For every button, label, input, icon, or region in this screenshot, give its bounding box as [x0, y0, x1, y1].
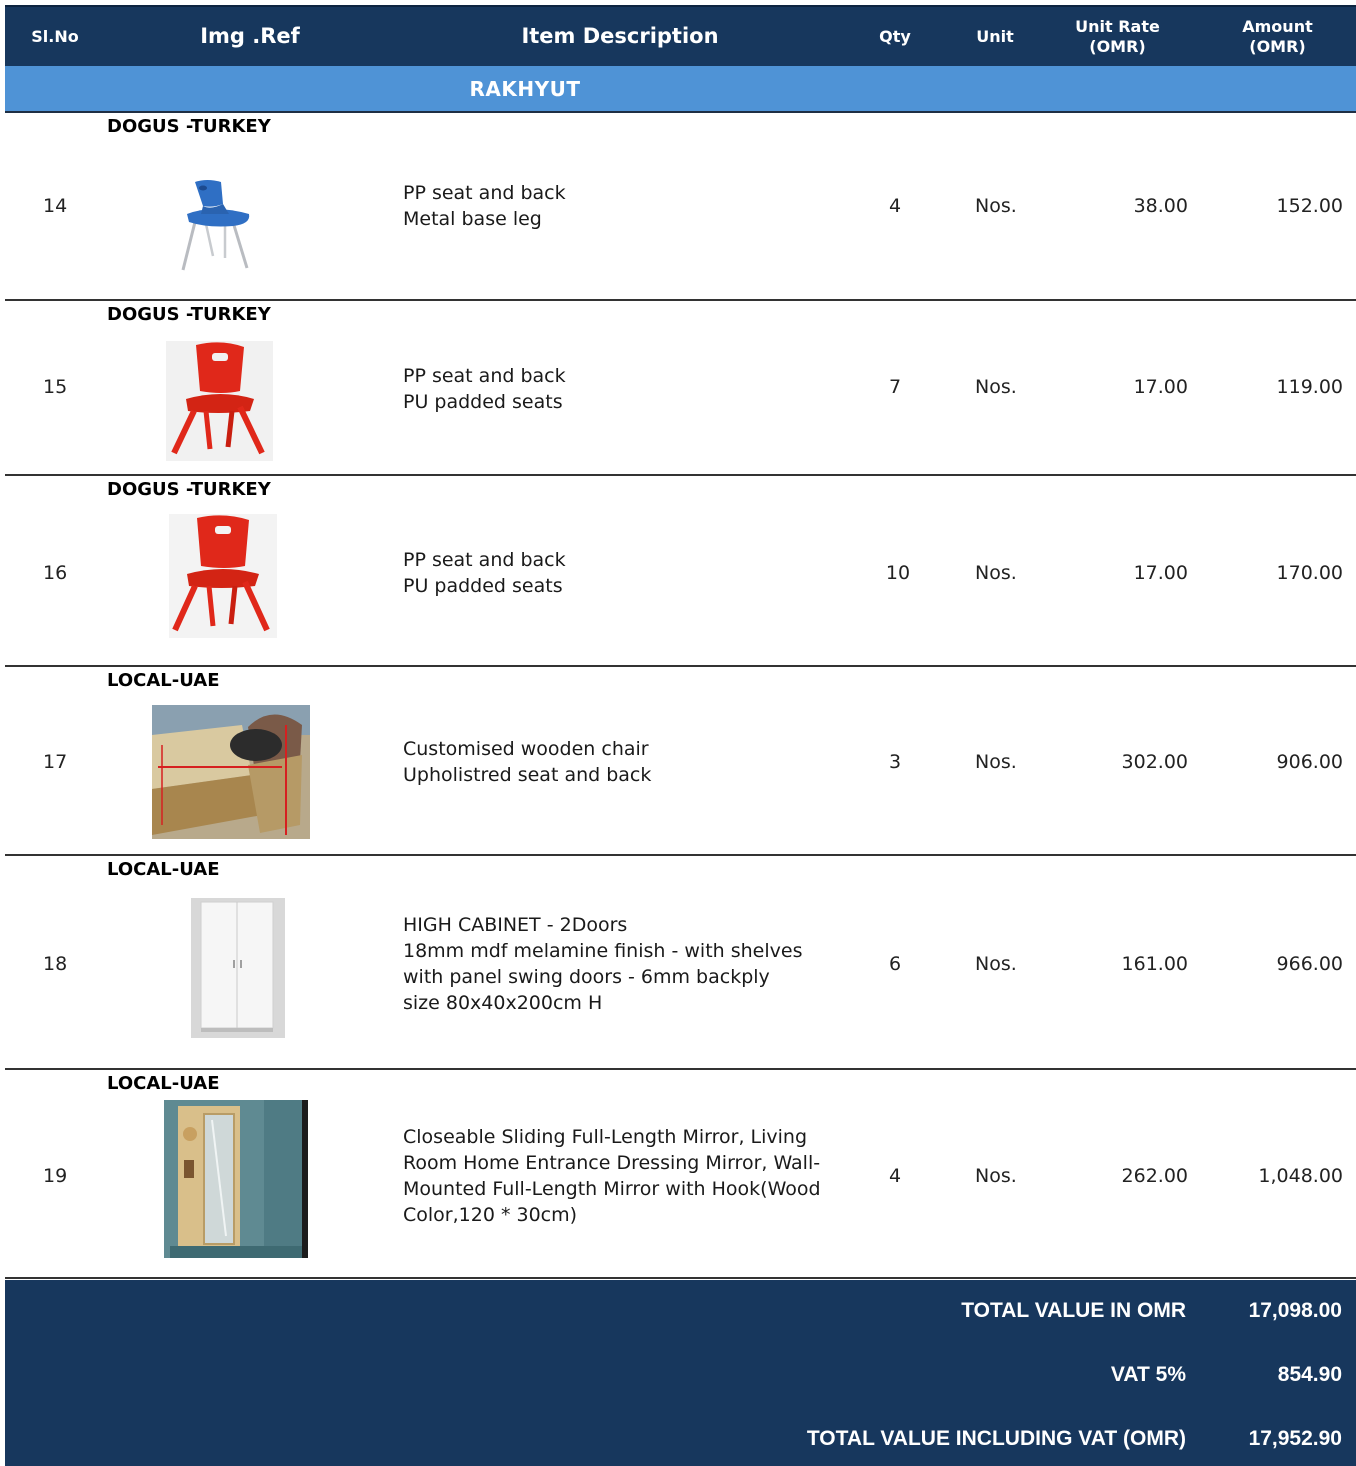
row-qty: 3 — [888, 751, 902, 773]
desc-line: Upholistred seat and back — [403, 764, 652, 786]
table-row: DOGUS -TURKEY 14 PP seat and back Metal … — [5, 113, 1356, 301]
brand-label: DOGUS -TURKEY — [107, 116, 271, 137]
total-label: TOTAL VALUE IN OMR — [961, 1299, 1186, 1322]
brand-label: DOGUS -TURKEY — [107, 304, 271, 325]
product-image-red-chair — [169, 514, 277, 638]
row-amount: 119.00 — [1276, 376, 1343, 398]
desc-line: PP seat and back — [403, 365, 566, 387]
item-description: Closeable Sliding Full-Length Mirror, Li… — [403, 1124, 821, 1228]
desc-line: Customised wooden chair — [403, 738, 649, 760]
row-rate: 262.00 — [1121, 1165, 1188, 1187]
table-row: LOCAL-UAE 19 Closeable Sliding Full-Leng… — [5, 1070, 1356, 1279]
row-rate: 161.00 — [1121, 953, 1188, 975]
item-description: Customised wooden chair Upholistred seat… — [403, 736, 651, 788]
desc-line: Color,120 * 30cm) — [403, 1204, 578, 1226]
row-unit: Nos. — [975, 376, 1017, 398]
product-image-red-chair — [166, 341, 273, 461]
col-img-header: Img .Ref — [200, 23, 300, 48]
grand-total-value: 17,952.90 — [1248, 1427, 1342, 1450]
row-slno: 19 — [43, 1165, 68, 1187]
product-image-blue-chair — [173, 178, 255, 273]
row-amount: 1,048.00 — [1258, 1165, 1343, 1187]
col-amount-header: Amount (OMR) — [1215, 7, 1340, 66]
desc-line: Room Home Entrance Dressing Mirror, Wall… — [403, 1152, 821, 1174]
row-qty: 7 — [888, 376, 902, 398]
row-rate: 302.00 — [1121, 751, 1188, 773]
section-title: RAKHYUT — [469, 76, 581, 101]
row-slno: 18 — [43, 953, 68, 975]
brand-label: DOGUS -TURKEY — [107, 479, 271, 500]
item-description: PP seat and back PU padded seats — [403, 547, 566, 599]
row-rate: 38.00 — [1133, 195, 1188, 217]
product-image-wooden-chair — [152, 705, 310, 839]
desc-line: with panel swing doors - 6mm backply — [403, 966, 770, 988]
desc-line: size 80x40x200cm H — [403, 992, 603, 1014]
desc-line: PU padded seats — [403, 575, 563, 597]
totals-panel: TOTAL VALUE IN OMR 17,098.00 VAT 5% 854.… — [5, 1280, 1356, 1466]
vat-label: VAT 5% — [1110, 1363, 1186, 1386]
item-description: PP seat and back PU padded seats — [403, 363, 566, 415]
row-qty: 4 — [888, 195, 902, 217]
row-unit: Nos. — [975, 953, 1017, 975]
col-rate-header-line2: (OMR) — [1089, 36, 1146, 56]
row-qty: 6 — [888, 953, 902, 975]
product-image-cabinet — [191, 898, 285, 1038]
product-image-mirror — [164, 1100, 308, 1258]
desc-line: Mounted Full-Length Mirror with Hook(Woo… — [403, 1178, 821, 1200]
desc-line: PU padded seats — [403, 391, 563, 413]
table-header: Sl.No Img .Ref Item Description Qty Unit… — [5, 5, 1356, 66]
brand-label: LOCAL-UAE — [107, 859, 220, 880]
desc-line: 18mm mdf melamine finish - with shelves — [403, 940, 803, 962]
total-value: 17,098.00 — [1248, 1299, 1342, 1322]
row-slno: 15 — [43, 376, 68, 398]
row-qty: 10 — [885, 562, 911, 584]
row-amount: 152.00 — [1276, 195, 1343, 217]
col-rate-header-line1: Unit Rate — [1075, 17, 1160, 37]
table-row: LOCAL-UAE 18 HIGH CABINET - 2Doors 18mm … — [5, 856, 1356, 1070]
desc-line: HIGH CABINET - 2Doors — [403, 914, 628, 936]
col-desc-header: Item Description — [521, 23, 719, 48]
row-slno: 14 — [43, 195, 68, 217]
col-amount-header-line2: (OMR) — [1249, 36, 1306, 56]
desc-line: PP seat and back — [403, 549, 566, 571]
row-unit: Nos. — [975, 1165, 1017, 1187]
col-slno-header: Sl.No — [31, 26, 79, 46]
brand-label: LOCAL-UAE — [107, 1073, 220, 1094]
row-unit: Nos. — [975, 562, 1017, 584]
desc-line: Closeable Sliding Full-Length Mirror, Li… — [403, 1126, 808, 1148]
item-description: PP seat and back Metal base leg — [403, 180, 566, 232]
row-unit: Nos. — [975, 195, 1017, 217]
table-row: DOGUS -TURKEY 15 PP seat and back PU pad… — [5, 301, 1356, 476]
row-rate: 17.00 — [1133, 562, 1188, 584]
col-amount-header-line1: Amount — [1242, 17, 1313, 37]
section-band: RAKHYUT — [5, 66, 1356, 113]
row-slno: 16 — [43, 562, 68, 584]
row-amount: 966.00 — [1276, 953, 1343, 975]
grand-total-label: TOTAL VALUE INCLUDING VAT (OMR) — [806, 1427, 1186, 1450]
item-description: HIGH CABINET - 2Doors 18mm mdf melamine … — [403, 912, 802, 1016]
row-amount: 906.00 — [1276, 751, 1343, 773]
col-qty-header: Qty — [879, 26, 911, 46]
col-unit-header: Unit — [976, 26, 1014, 46]
table-row: DOGUS -TURKEY 16 PP seat and back PU pad… — [5, 476, 1356, 667]
row-slno: 17 — [43, 751, 68, 773]
vat-value: 854.90 — [1277, 1363, 1342, 1386]
row-qty: 4 — [888, 1165, 902, 1187]
col-rate-header: Unit Rate (OMR) — [1055, 7, 1180, 66]
brand-label: LOCAL-UAE — [107, 670, 220, 691]
row-amount: 170.00 — [1276, 562, 1343, 584]
table-row: LOCAL-UAE 17 Customised wooden chair Uph… — [5, 667, 1356, 856]
desc-line: PP seat and back — [403, 182, 566, 204]
row-unit: Nos. — [975, 751, 1017, 773]
desc-line: Metal base leg — [403, 208, 542, 230]
row-rate: 17.00 — [1133, 376, 1188, 398]
